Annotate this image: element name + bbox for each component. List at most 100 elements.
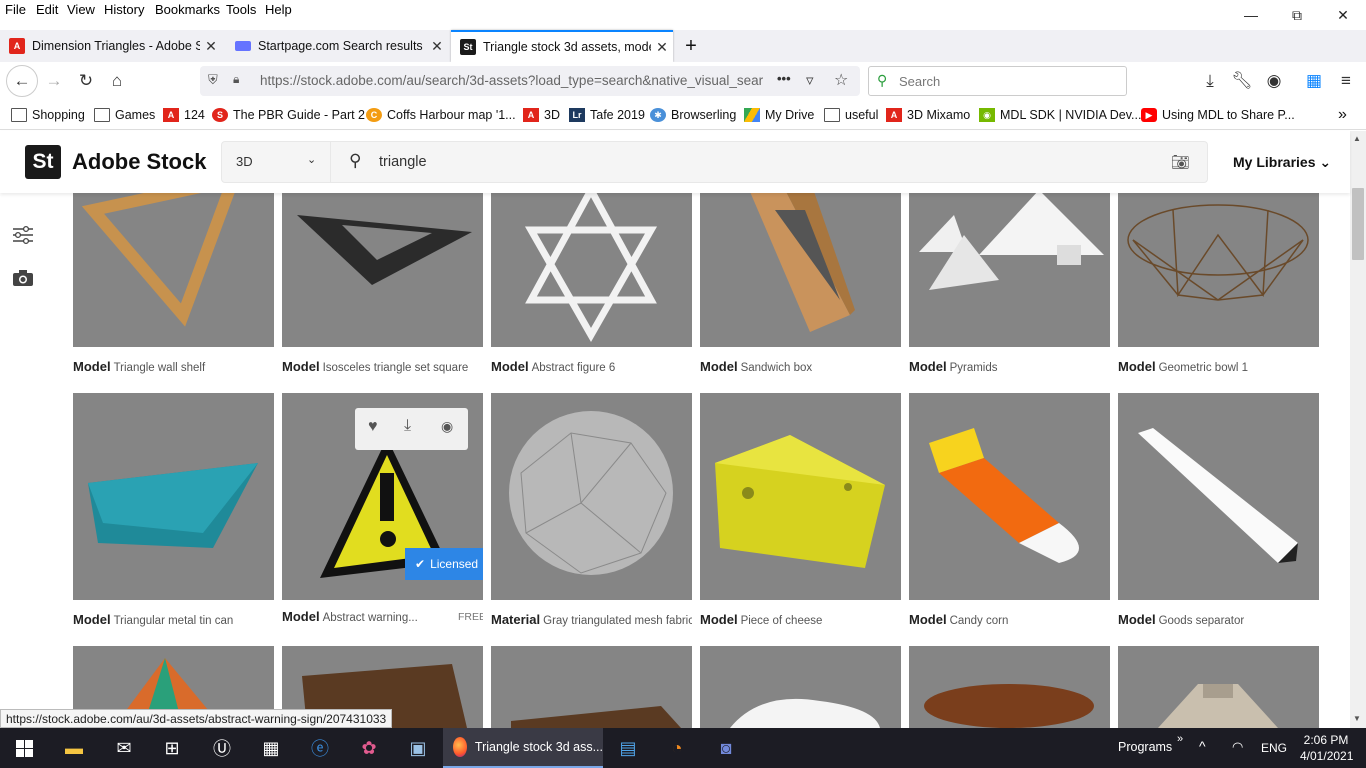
bookmark-tafe-2019[interactable]: Lr Tafe 2019 — [569, 107, 645, 123]
bookmark-browserling[interactable]: ✱ Browserling — [650, 107, 736, 123]
windows-start-icon[interactable] — [0, 728, 48, 768]
mail-icon[interactable]: ✉ — [100, 728, 148, 768]
blender-icon[interactable]: ◔ — [653, 728, 701, 768]
asset-tile-goods-separator[interactable] — [1118, 393, 1319, 600]
page-actions-icon[interactable]: ••• — [777, 71, 791, 86]
tray-up-arrow-icon[interactable]: ^ — [1199, 738, 1206, 754]
bookmark-mdl-sdk[interactable]: ◉ MDL SDK | NVIDIA Dev... — [979, 107, 1141, 123]
edge-icon[interactable]: ⓔ — [296, 728, 344, 768]
my-libraries-button[interactable]: My Libraries ⌄ — [1233, 154, 1331, 171]
bookmark-using-mdl[interactable]: ▶ Using MDL to Share P... — [1141, 107, 1295, 123]
back-button[interactable]: ← — [6, 65, 38, 97]
wifi-icon[interactable]: ◠ — [1232, 739, 1243, 755]
menu-history[interactable]: History — [104, 2, 144, 17]
store-icon[interactable]: ⊞ — [148, 728, 196, 768]
stock-search-input[interactable]: ⚲ triangle 📷︎ — [331, 141, 1208, 183]
tab-triangle-stock[interactable]: St Triangle stock 3d assets, model ✕ — [451, 30, 673, 62]
scroll-up-icon[interactable]: ▲ — [1353, 134, 1361, 143]
download-icon[interactable]: ⤓ — [404, 417, 411, 435]
scrollbar-thumb[interactable] — [1352, 188, 1364, 260]
wrench-icon[interactable]: 🔧︎ — [1228, 67, 1256, 95]
asset-caption[interactable]: Model Geometric bowl 1 — [1118, 359, 1319, 374]
close-tab-icon[interactable]: ✕ — [200, 38, 222, 55]
asset-tile-mesh-fabric[interactable] — [491, 393, 692, 600]
lock-icon[interactable]: 🔒︎ — [233, 72, 239, 87]
photos-icon[interactable]: ▣ — [394, 728, 442, 768]
scroll-down-icon[interactable]: ▼ — [1353, 714, 1361, 723]
extensions-icon[interactable]: ▦ — [1300, 67, 1328, 95]
asset-caption[interactable]: Model Goods separator — [1118, 612, 1319, 627]
close-window-button[interactable]: ✕ — [1320, 0, 1366, 30]
bookmark-pbr-guide[interactable]: S The PBR Guide - Part 2 — [212, 107, 365, 123]
bookmark-coffs-harbour[interactable]: C Coffs Harbour map '1... — [366, 107, 516, 123]
forward-button[interactable]: → — [40, 67, 68, 95]
page-scrollbar[interactable]: ▲ ▼ — [1350, 131, 1366, 728]
paint-icon[interactable]: ✿ — [345, 728, 393, 768]
heart-icon[interactable]: ♥ — [368, 418, 378, 436]
control-panel-icon[interactable]: ▤ — [604, 728, 652, 768]
minimize-button[interactable]: — — [1228, 0, 1274, 30]
asset-caption[interactable]: Model Pyramids — [909, 359, 1110, 374]
downloads-icon[interactable]: ⤓ — [1196, 67, 1224, 95]
home-button[interactable]: ⌂ — [103, 67, 131, 95]
menu-bookmarks[interactable]: Bookmarks — [155, 2, 220, 17]
tab-startpage[interactable]: Startpage.com Search results ✕ — [226, 30, 448, 62]
close-tab-icon[interactable]: ✕ — [651, 39, 673, 56]
pocket-icon[interactable]: ▿ — [806, 71, 814, 89]
menu-view[interactable]: View — [67, 2, 95, 17]
bookmarks-overflow-icon[interactable]: » — [1338, 106, 1347, 123]
asset-tile-candy-corn[interactable] — [909, 393, 1110, 600]
hamburger-menu-icon[interactable]: ≡ — [1332, 67, 1360, 95]
close-tab-icon[interactable]: ✕ — [426, 38, 448, 55]
asset-caption[interactable]: Model Sandwich box — [700, 359, 901, 374]
star-icon[interactable]: ☆ — [834, 70, 848, 90]
bookmark-games[interactable]: Games — [94, 107, 155, 123]
unreal-engine-icon[interactable]: Ⓤ — [198, 728, 246, 768]
asset-caption[interactable]: Model Triangle wall shelf — [73, 359, 274, 374]
language-indicator[interactable]: ENG — [1261, 741, 1287, 755]
asset-caption[interactable]: Model Candy corn — [909, 612, 1110, 627]
asset-tile-row3-3[interactable] — [491, 646, 692, 728]
url-text[interactable]: https://stock.adobe.com/au/search/3d-ass… — [260, 73, 770, 88]
clock[interactable]: 2:06 PM 4/01/2021 — [1300, 732, 1353, 764]
camera-icon[interactable] — [12, 269, 34, 287]
adobe-stock-logo[interactable]: St — [25, 145, 61, 179]
url-bar[interactable]: ⛨ 🔒︎ https://stock.adobe.com/au/search/3… — [200, 66, 860, 96]
menu-file[interactable]: File — [5, 2, 26, 17]
calendar-icon[interactable]: ▦ — [247, 728, 295, 768]
asset-caption[interactable]: Model Piece of cheese — [700, 612, 901, 627]
asset-tile-row3-6[interactable] — [1118, 646, 1319, 728]
asset-tile-warning-sign[interactable]: ♥ ⤓ ◉ ✔ Licensed — [282, 393, 483, 600]
restore-button[interactable]: ⧉ — [1274, 0, 1320, 30]
bookmark-3d-mixamo[interactable]: A 3D Mixamo — [886, 107, 970, 123]
bookmark-shopping[interactable]: Shopping — [11, 107, 85, 123]
reload-button[interactable]: ↻ — [72, 67, 100, 95]
account-icon[interactable]: ◉ — [1260, 67, 1288, 95]
shield-icon[interactable]: ⛨ — [208, 72, 218, 88]
menu-help[interactable]: Help — [265, 2, 292, 17]
menu-tools[interactable]: Tools — [226, 2, 256, 17]
bookmark-124[interactable]: A 124 — [163, 107, 205, 123]
asset-tile-row3-5[interactable] — [909, 646, 1110, 728]
tab-dimension-triangles[interactable]: A Dimension Triangles - Adobe S ✕ — [0, 30, 222, 62]
asset-caption[interactable]: Model Triangular metal tin can — [73, 612, 274, 627]
filters-icon[interactable] — [12, 225, 34, 245]
camera-search-icon[interactable]: 📷︎ — [1171, 153, 1190, 171]
asset-tile-triangular-tin[interactable] — [73, 393, 274, 600]
taskbar-firefox-button[interactable]: Triangle stock 3d ass... — [443, 728, 603, 768]
bookmark-my-drive[interactable]: My Drive — [744, 107, 814, 123]
bookmark-3d[interactable]: A 3D — [523, 107, 560, 123]
programs-chevron-icon[interactable]: » — [1177, 733, 1183, 745]
eye-icon[interactable]: ◉ — [441, 418, 453, 435]
bookmark-useful[interactable]: useful — [824, 107, 878, 123]
new-tab-button[interactable]: + — [678, 30, 704, 62]
file-explorer-icon[interactable]: ▬ — [50, 728, 98, 768]
discord-icon[interactable]: ◙ — [702, 728, 750, 768]
asset-caption[interactable]: Model Abstract figure 6 — [491, 359, 692, 374]
asset-tile-row3-4[interactable] — [700, 646, 901, 728]
web-search-input[interactable]: ⚲ Search — [868, 66, 1127, 96]
adobe-stock-wordmark[interactable]: Adobe Stock — [72, 149, 206, 175]
menu-edit[interactable]: Edit — [36, 2, 58, 17]
search-query[interactable]: triangle — [379, 154, 427, 170]
asset-caption[interactable]: Model Isosceles triangle set square — [282, 359, 483, 374]
